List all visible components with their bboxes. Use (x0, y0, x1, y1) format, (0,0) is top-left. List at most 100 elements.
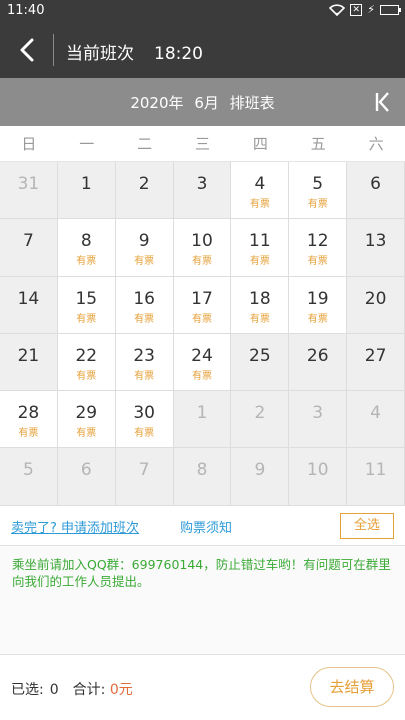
selected-count: 0 (49, 682, 59, 698)
day-number: 21 (17, 345, 40, 366)
next-month-button[interactable] (371, 90, 393, 114)
day-number: 11 (249, 231, 271, 252)
calendar-day-cell[interactable]: 26 (289, 333, 348, 392)
day-number: 24 (191, 345, 213, 366)
calendar-day-cell[interactable]: 20 (347, 276, 405, 334)
checkout-footer: 已选: 0 合计: 0元 去结算 (0, 654, 405, 720)
day-number: 3 (312, 403, 324, 424)
weekday-thu: 四 (252, 135, 268, 153)
calendar-day-cell: 9 (231, 448, 290, 506)
action-links-bar: 卖完了? 申请添加班次 购票须知 全选 (0, 506, 405, 546)
calendar-day-cell[interactable]: 23 有票 (115, 333, 174, 392)
day-number: 1 (80, 174, 92, 194)
ticket-available-badge: 有票 (249, 256, 270, 268)
day-number: 9 (254, 460, 266, 481)
weekday-header: 日 一 二 三 四 五 六 (0, 126, 405, 162)
weekday-sat: 六 (368, 135, 384, 153)
calendar-day-cell[interactable]: 17 有票 (173, 276, 232, 334)
day-number: 5 (23, 460, 34, 481)
ticket-available-badge: 有票 (76, 256, 97, 268)
calendar-day-cell[interactable]: 3 (173, 162, 232, 220)
calendar-day-cell: 1 (173, 391, 232, 449)
calendar-day-cell[interactable]: 13 (347, 219, 405, 277)
calendar-day-cell[interactable]: 28 有票 (0, 391, 58, 449)
calendar-day-cell[interactable]: 19 有票 (289, 276, 348, 334)
ticket-available-badge: 有票 (307, 256, 328, 268)
calendar-day-cell[interactable]: 9 有票 (115, 219, 174, 277)
calendar-day-cell[interactable]: 7 (0, 219, 58, 277)
wifi-icon (329, 3, 346, 16)
calendar-day-cell[interactable]: 22 有票 (57, 333, 116, 392)
back-button[interactable] (14, 36, 42, 64)
ticket-available-badge: 有票 (134, 313, 155, 325)
day-number: 1 (196, 403, 208, 424)
calendar-day-cell[interactable]: 18 有票 (231, 276, 290, 334)
total-label: 合计: (72, 682, 106, 698)
day-number: 25 (249, 345, 271, 366)
weekday-tue: 二 (137, 135, 153, 153)
day-number: 13 (364, 231, 387, 252)
day-number: 31 (17, 174, 40, 194)
month-label: 2020年 6月 排班表 (0, 92, 405, 113)
ticket-available-badge: 有票 (191, 313, 212, 325)
calendar-day-cell[interactable]: 2 (115, 162, 174, 220)
calendar-day-cell: 6 (57, 448, 116, 506)
calendar-day-cell[interactable]: 16 有票 (115, 276, 174, 334)
day-number: 11 (364, 460, 387, 481)
calendar-day-cell: 11 (347, 448, 405, 506)
status-time: 11:40 (7, 3, 45, 18)
select-all-button[interactable]: 全选 (340, 513, 394, 539)
calendar-day-cell[interactable]: 29 有票 (57, 391, 116, 449)
title-text: 当前班次 (66, 44, 134, 64)
purchase-notes-link[interactable]: 购票须知 (180, 517, 232, 536)
calendar-day-cell[interactable]: 21 (0, 333, 58, 392)
calendar-day-cell[interactable]: 8 有票 (57, 219, 116, 277)
month-value: 6月 (194, 94, 219, 112)
year-label: 2020年 (130, 94, 184, 112)
calendar-day-cell[interactable]: 24 有票 (173, 333, 232, 392)
ticket-available-badge: 有票 (307, 199, 328, 210)
day-number: 27 (364, 345, 387, 366)
page-title: 当前班次 18:20 (66, 39, 203, 64)
calendar-day-cell[interactable]: 30 有票 (115, 391, 174, 449)
calendar-day-cell[interactable]: 27 (347, 333, 405, 392)
no-sim-icon: ✕ (350, 3, 363, 16)
status-bar: 11:40 ✕ ⚡ (0, 0, 405, 22)
calendar-day-cell[interactable]: 4 有票 (231, 162, 290, 220)
calendar-day-cell: 31 (0, 162, 58, 220)
calendar-day-cell[interactable]: 15 有票 (57, 276, 116, 334)
status-icons: ✕ ⚡ (329, 3, 401, 16)
schedule-label: 排班表 (229, 94, 275, 112)
day-number: 26 (306, 345, 329, 366)
checkout-button[interactable]: 去结算 (310, 667, 394, 707)
day-number: 7 (23, 231, 34, 252)
day-number: 23 (133, 345, 155, 366)
calendar-day-cell[interactable]: 25 (231, 333, 290, 392)
ticket-available-badge: 有票 (76, 313, 97, 325)
calendar-day-cell[interactable]: 14 (0, 276, 58, 334)
request-trip-link[interactable]: 卖完了? 申请添加班次 (11, 517, 139, 536)
day-number: 18 (249, 288, 271, 309)
calendar-day-cell: 5 (0, 448, 58, 506)
day-number: 14 (17, 288, 40, 309)
weekday-wed: 三 (195, 135, 211, 153)
ticket-available-badge: 有票 (191, 256, 212, 268)
weekday-fri: 五 (310, 135, 326, 153)
day-number: 3 (196, 174, 208, 194)
day-number: 6 (370, 174, 381, 194)
calendar-day-cell: 2 (231, 391, 290, 449)
calendar-day-cell[interactable]: 11 有票 (231, 219, 290, 277)
calendar-day-cell[interactable]: 6 (347, 162, 405, 220)
weekday-mon: 一 (79, 135, 95, 153)
day-number: 5 (312, 174, 324, 194)
calendar-day-cell[interactable]: 10 有票 (173, 219, 232, 277)
calendar-day-cell[interactable]: 12 有票 (289, 219, 348, 277)
day-number: 4 (370, 403, 381, 424)
battery-charging-icon (380, 4, 401, 15)
calendar-day-cell[interactable]: 1 (57, 162, 116, 220)
next-month-icon (375, 92, 389, 112)
day-number: 7 (138, 460, 150, 481)
title-divider (53, 34, 54, 66)
day-number: 12 (306, 231, 329, 252)
calendar-day-cell[interactable]: 5 有票 (289, 162, 348, 220)
